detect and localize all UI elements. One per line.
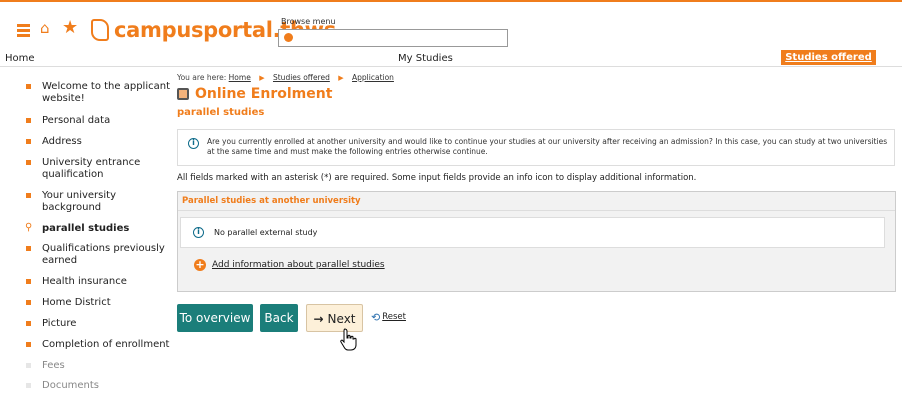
plus-circle-icon: + (194, 258, 206, 271)
bullet-icon (26, 246, 31, 251)
page-title: Online Enrolment (177, 86, 332, 102)
star-icon[interactable]: ★ (62, 19, 78, 37)
location-pin-icon: ⚲ (25, 222, 33, 233)
bullet-icon (26, 139, 31, 144)
sidebar-item-university-background[interactable]: Your university background (26, 190, 176, 214)
browse-menu-label: Browse menu (281, 17, 336, 26)
bullet-icon (26, 160, 31, 165)
bullet-icon (26, 342, 31, 347)
note-text: No parallel external study (214, 228, 318, 237)
sidebar-item-label: Address (42, 136, 82, 147)
breadcrumb: You are here: Home ▶ Studies offered ▶ A… (177, 73, 394, 82)
edit-form-icon (177, 88, 189, 100)
sidebar-item-address[interactable]: Address (26, 136, 176, 148)
top-header: ⌂ ★ campusportal.thws Browse menu (0, 0, 902, 47)
sidebar-item-label: parallel studies (42, 223, 130, 234)
sidebar-item-documents: Documents (26, 380, 176, 392)
parallel-studies-panel: Parallel studies at another university i… (177, 191, 896, 292)
no-parallel-study-note: i No parallel external study (180, 217, 885, 248)
breadcrumb-studies-offered[interactable]: Studies offered (273, 73, 330, 82)
bullet-icon (26, 279, 31, 284)
bullet-icon (26, 321, 31, 326)
hand-cursor-icon (340, 328, 357, 351)
sidebar-item-label: Completion of enrollment (42, 339, 170, 350)
sidebar-item-label: Health insurance (42, 276, 127, 287)
sidebar-item-label: Welcome to the applicant website! (42, 81, 170, 104)
sidebar-item-welcome[interactable]: Welcome to the applicant website! (26, 81, 176, 105)
sidebar-item-label: Qualifications previously earned (42, 243, 165, 266)
search-icon (284, 33, 293, 42)
sidebar-item-picture[interactable]: Picture (26, 318, 176, 330)
breadcrumb-home[interactable]: Home (229, 73, 251, 82)
browse-menu-input[interactable] (278, 29, 508, 47)
bullet-icon (26, 118, 31, 123)
sidebar-item-label: Picture (42, 318, 77, 329)
nav-my-studies[interactable]: My Studies (398, 53, 453, 64)
sidebar-item-health-insurance[interactable]: Health insurance (26, 276, 176, 288)
info-text: Are you currently enrolled at another un… (207, 137, 888, 156)
add-parallel-studies-link[interactable]: + Add information about parallel studies (194, 259, 385, 271)
sidebar-item-fees: Fees (26, 360, 176, 372)
bullet-icon (26, 84, 31, 89)
reset-link[interactable]: ⟲ Reset (371, 310, 406, 324)
page-title-text: Online Enrolment (195, 86, 333, 102)
chevron-right-icon: ▶ (338, 74, 344, 82)
sidebar-item-completion[interactable]: Completion of enrollment (26, 339, 176, 351)
info-box: i Are you currently enrolled at another … (177, 129, 895, 166)
info-icon: i (193, 227, 204, 238)
sidebar-item-label: University entrance qualification (42, 157, 141, 180)
sidebar-item-home-district[interactable]: Home District (26, 297, 176, 309)
bullet-icon (26, 363, 31, 368)
logo-mark-icon (91, 19, 109, 41)
menu-icon[interactable] (17, 24, 30, 37)
next-label: Next (327, 312, 356, 326)
breadcrumb-application[interactable]: Application (352, 73, 394, 82)
panel-heading: Parallel studies at another university (178, 192, 895, 211)
required-fields-note: All fields marked with an asterisk (*) a… (177, 173, 697, 183)
chevron-right-icon: ▶ (259, 74, 265, 82)
section-subtitle: parallel studies (177, 107, 265, 118)
back-button[interactable]: Back (260, 304, 298, 332)
sidebar-item-university-entrance[interactable]: University entrance qualification (26, 157, 176, 181)
nav-studies-offered[interactable]: Studies offered (781, 50, 876, 65)
sidebar-item-label: Personal data (42, 115, 111, 126)
home-icon[interactable]: ⌂ (40, 21, 50, 36)
bullet-icon (26, 383, 31, 388)
nav-home[interactable]: Home (5, 53, 35, 64)
sidebar-item-personal-data[interactable]: Personal data (26, 115, 176, 127)
reset-label: Reset (382, 312, 406, 322)
sidebar-item-label: Documents (42, 380, 100, 391)
to-overview-button[interactable]: To overview (177, 304, 253, 332)
bullet-icon (26, 193, 31, 198)
sidebar-item-label: Home District (42, 297, 111, 308)
sidebar-item-label: Your university background (42, 190, 116, 213)
bullet-icon (26, 300, 31, 305)
sidebar-item-parallel-studies[interactable]: ⚲ parallel studies (25, 222, 176, 235)
sidebar-item-label: Fees (42, 360, 65, 371)
info-icon: i (188, 138, 199, 149)
arrow-right-icon: → (313, 312, 324, 326)
add-link-label: Add information about parallel studies (212, 260, 385, 270)
breadcrumb-prefix: You are here: (177, 73, 227, 82)
sidebar-item-qualifications[interactable]: Qualifications previously earned (26, 243, 176, 267)
reset-icon: ⟲ (371, 310, 381, 324)
main-navbar: Home My Studies Studies offered (0, 50, 902, 67)
